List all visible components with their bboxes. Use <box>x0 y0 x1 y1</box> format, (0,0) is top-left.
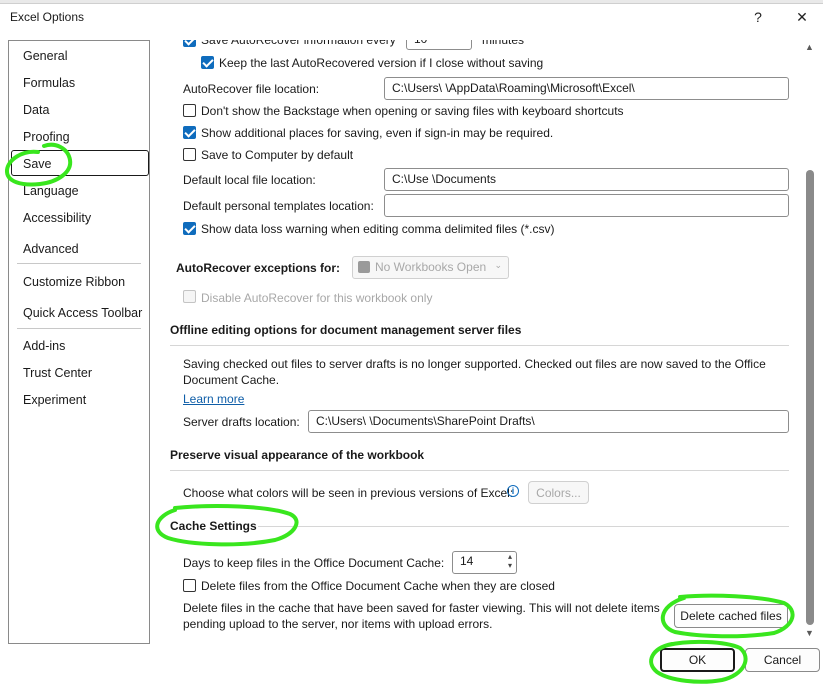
colors-label: Choose what colors will be seen in previ… <box>183 486 514 500</box>
section-divider <box>170 470 789 471</box>
background-window-strip <box>0 0 823 4</box>
workbook-dropdown-value: No Workbooks Open <box>375 260 487 274</box>
offline-editing-heading: Offline editing options for document man… <box>170 323 522 337</box>
scroll-up-icon[interactable]: ▲ <box>805 42 814 52</box>
disable-autorecover-label: Disable AutoRecover for this workbook on… <box>201 291 433 305</box>
options-sidebar: General Formulas Data Proofing Save Lang… <box>8 40 150 644</box>
sidebar-divider <box>17 328 141 329</box>
scrollbar-thumb[interactable] <box>806 170 814 625</box>
offline-description-line2: Document Cache. <box>183 373 280 387</box>
workbook-dropdown[interactable]: No Workbooks Open ⌄ <box>352 256 509 279</box>
default-local-location-label: Default local file location: <box>183 173 316 187</box>
chevron-down-icon: ⌄ <box>494 260 502 270</box>
default-local-location-input[interactable]: C:\Use \Documents <box>384 168 789 191</box>
sidebar-item-save[interactable]: Save <box>23 157 52 171</box>
cache-settings-heading: Cache Settings <box>170 519 257 533</box>
sidebar-item-data[interactable]: Data <box>23 103 49 117</box>
days-to-keep-label: Days to keep files in the Office Documen… <box>183 556 445 570</box>
delete-on-close-checkbox[interactable] <box>183 579 196 592</box>
section-divider <box>170 345 789 346</box>
delete-on-close-label: Delete files from the Office Document Ca… <box>201 579 555 593</box>
sidebar-item-proofing[interactable]: Proofing <box>23 130 70 144</box>
delete-cache-description-line1: Delete files in the cache that have been… <box>183 601 660 615</box>
days-to-keep-value: 14 <box>460 554 474 568</box>
info-icon: i <box>507 485 519 497</box>
save-to-computer-label: Save to Computer by default <box>201 148 354 162</box>
show-additional-places-label: Show additional places for saving, even … <box>201 126 554 140</box>
keep-last-version-label: Keep the last AutoRecovered version if I… <box>219 56 544 70</box>
sidebar-item-advanced[interactable]: Advanced <box>23 242 79 256</box>
sidebar-item-general[interactable]: General <box>23 49 67 63</box>
help-button[interactable]: ? <box>746 6 770 28</box>
content-scrollbar[interactable]: ▲ ▼ <box>803 40 817 640</box>
autorecover-location-label: AutoRecover file location: <box>183 82 320 96</box>
sidebar-item-experiment[interactable]: Experiment <box>23 393 86 407</box>
cancel-button[interactable]: Cancel <box>745 648 820 672</box>
disable-autorecover-checkbox[interactable] <box>183 290 196 303</box>
sidebar-item-add-ins[interactable]: Add-ins <box>23 339 65 353</box>
sidebar-item-customize-ribbon[interactable]: Customize Ribbon <box>23 275 125 289</box>
sidebar-item-language[interactable]: Language <box>23 184 79 198</box>
sidebar-divider <box>17 263 141 264</box>
scroll-clip-mask <box>155 26 801 40</box>
scroll-down-icon[interactable]: ▼ <box>805 628 814 638</box>
days-to-keep-spinner[interactable]: 14 ▴ ▾ <box>452 551 517 574</box>
dont-show-backstage-label: Don't show the Backstage when opening or… <box>201 104 624 118</box>
server-drafts-input[interactable]: C:\Users\ \Documents\SharePoint Drafts\ <box>308 410 789 433</box>
sidebar-item-formulas[interactable]: Formulas <box>23 76 75 90</box>
learn-more-link[interactable]: Learn more <box>183 392 244 406</box>
dont-show-backstage-checkbox[interactable] <box>183 104 196 117</box>
delete-cached-files-button[interactable]: Delete cached files <box>674 604 788 628</box>
autorecover-exceptions-label: AutoRecover exceptions for: <box>176 261 341 275</box>
close-button[interactable]: ✕ <box>790 6 814 28</box>
preserve-appearance-heading: Preserve visual appearance of the workbo… <box>170 448 425 462</box>
sidebar-item-trust-center[interactable]: Trust Center <box>23 366 92 380</box>
close-icon: ✕ <box>796 8 808 25</box>
offline-description-line1: Saving checked out files to server draft… <box>183 357 766 371</box>
delete-cache-description-line2: pending upload to the server, nor items … <box>183 617 493 631</box>
default-templates-location-label: Default personal templates location: <box>183 199 374 213</box>
section-divider <box>258 526 789 527</box>
colors-button[interactable]: Colors... <box>528 481 589 504</box>
autorecover-location-input[interactable]: C:\Users\ \AppData\Roaming\Microsoft\Exc… <box>384 77 789 100</box>
save-to-computer-checkbox[interactable] <box>183 148 196 161</box>
sidebar-item-accessibility[interactable]: Accessibility <box>23 211 91 225</box>
data-loss-warning-label: Show data loss warning when editing comm… <box>201 222 555 236</box>
spinner-arrows-icon: ▴ ▾ <box>507 552 512 570</box>
sidebar-item-quick-access-toolbar[interactable]: Quick Access Toolbar <box>23 306 142 320</box>
keep-last-version-checkbox[interactable] <box>201 56 214 69</box>
default-templates-location-input[interactable] <box>384 194 789 217</box>
dialog-title: Excel Options <box>10 10 85 24</box>
ok-button[interactable]: OK <box>660 648 735 672</box>
data-loss-warning-checkbox[interactable] <box>183 222 196 235</box>
show-additional-places-checkbox[interactable] <box>183 126 196 139</box>
excel-workbook-icon <box>358 261 370 273</box>
server-drafts-label: Server drafts location: <box>183 415 300 429</box>
